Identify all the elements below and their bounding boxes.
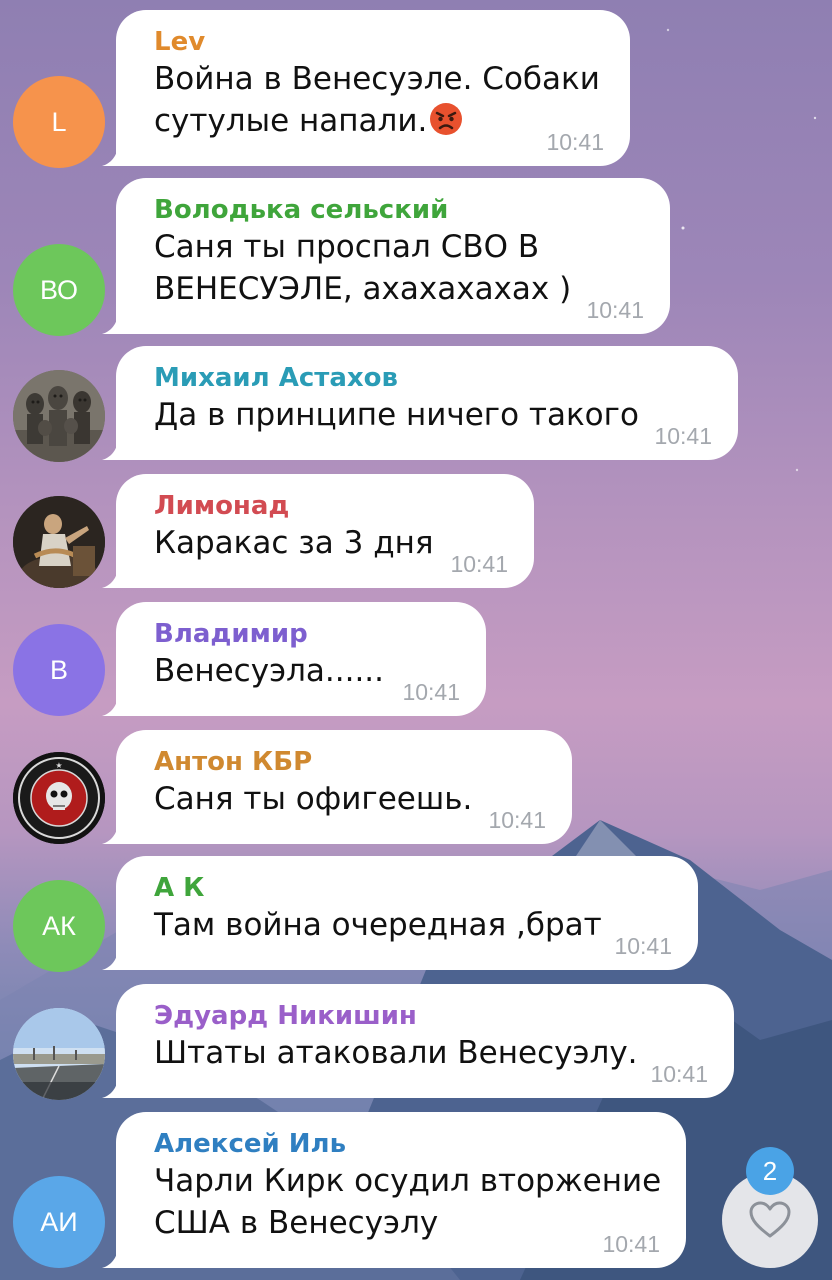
sender-name[interactable]: Лимонад: [154, 490, 498, 522]
road-photo-icon: [13, 1008, 105, 1100]
heart-icon: [749, 1201, 791, 1238]
sender-name[interactable]: Михаил Астахов: [154, 362, 702, 394]
message-time: 10:41: [546, 129, 604, 155]
sender-name[interactable]: Владимир: [154, 618, 450, 650]
avatar[interactable]: ★: [13, 752, 105, 844]
message-bubble[interactable]: А К Там война очередная ,брат 10:41: [102, 856, 698, 970]
message-text: сутулые напали.: [154, 100, 594, 142]
message-bubble[interactable]: Михаил Астахов Да в принципе ничего тако…: [102, 346, 738, 460]
message-time: 10:41: [602, 1231, 660, 1257]
message-text: Саня ты офигеешь.: [154, 781, 473, 817]
sender-name[interactable]: Володька сельский: [154, 194, 634, 226]
avatar[interactable]: [13, 1008, 105, 1100]
message-time: 10:41: [402, 679, 460, 705]
message-time: 10:41: [586, 297, 644, 323]
avatar-initials: ВО: [39, 274, 79, 305]
bubble-tail: [102, 822, 118, 844]
bubble-tail: [102, 312, 118, 334]
avatar[interactable]: АИ: [13, 1176, 105, 1268]
message-text: Там война очередная ,брат: [154, 907, 602, 943]
message-time: 10:41: [650, 1061, 708, 1087]
bubble-tail: [102, 1076, 118, 1098]
bubble-tail: [102, 566, 118, 588]
sender-name[interactable]: Антон КБР: [154, 746, 536, 778]
message-text: США в Венесуэлу: [154, 1205, 439, 1241]
avatar[interactable]: L: [13, 76, 105, 168]
message-time: 10:41: [488, 807, 546, 833]
message-bubble[interactable]: Антон КБР Саня ты офигеешь. 10:41: [102, 730, 572, 844]
message-text: Чарли Кирк осудил вторжение: [154, 1163, 662, 1199]
message-time: 10:41: [450, 551, 508, 577]
avatar-initials: L: [51, 106, 67, 137]
message-bubble[interactable]: Володька сельский Саня ты проспал СВО В …: [102, 178, 670, 334]
bubble-tail: [102, 144, 118, 166]
message-bubble[interactable]: Лимонад Каракас за 3 дня 10:41: [102, 474, 534, 588]
bubble-tail: [102, 694, 118, 716]
message-time: 10:41: [654, 423, 712, 449]
avatar-initials: В: [49, 654, 68, 685]
message-text: Штаты атаковали Венесуэлу.: [154, 1035, 638, 1071]
statues-photo-icon: [13, 370, 105, 462]
message-text: Каракас за 3 дня: [154, 525, 434, 561]
message-bubble[interactable]: Владимир Венесуэла...... 10:41: [102, 602, 486, 716]
message-text: ВЕНЕСУЭЛЕ, ахахахахах ): [154, 271, 572, 307]
sender-name[interactable]: Эдуард Никишин: [154, 1000, 698, 1032]
avatar[interactable]: [13, 370, 105, 462]
sender-name[interactable]: Lev: [154, 26, 594, 58]
message-bubble[interactable]: Алексей Иль Чарли Кирк осудил вторжение …: [102, 1112, 686, 1268]
reactions-count-badge[interactable]: 2: [746, 1147, 794, 1195]
avatar[interactable]: В: [13, 624, 105, 716]
message-text: Да в принципе ничего такого: [154, 397, 639, 433]
message-time: 10:41: [614, 933, 672, 959]
avatar[interactable]: АК: [13, 880, 105, 972]
avatar[interactable]: [13, 496, 105, 588]
avatar[interactable]: ВО: [13, 244, 105, 336]
performer-photo-icon: [13, 496, 105, 588]
message-text: Саня ты проспал СВО В: [154, 229, 540, 265]
svg-text:★: ★: [55, 761, 62, 770]
message-text: Война в Венесуэле. Собаки: [154, 61, 600, 97]
message-bubble[interactable]: Lev Война в Венесуэле. Собаки сутулые на…: [102, 10, 630, 166]
angry-face-icon: [430, 103, 463, 135]
avatar-initials: АИ: [40, 1206, 78, 1237]
wagner-logo-icon: ★: [13, 752, 105, 844]
sender-name[interactable]: А К: [154, 872, 662, 904]
sender-name[interactable]: Алексей Иль: [154, 1128, 650, 1160]
avatar-initials: АК: [42, 910, 76, 941]
bubble-tail: [102, 438, 118, 460]
message-bubble[interactable]: Эдуард Никишин Штаты атаковали Венесуэлу…: [102, 984, 734, 1098]
bubble-tail: [102, 948, 118, 970]
bubble-tail: [102, 1246, 118, 1268]
